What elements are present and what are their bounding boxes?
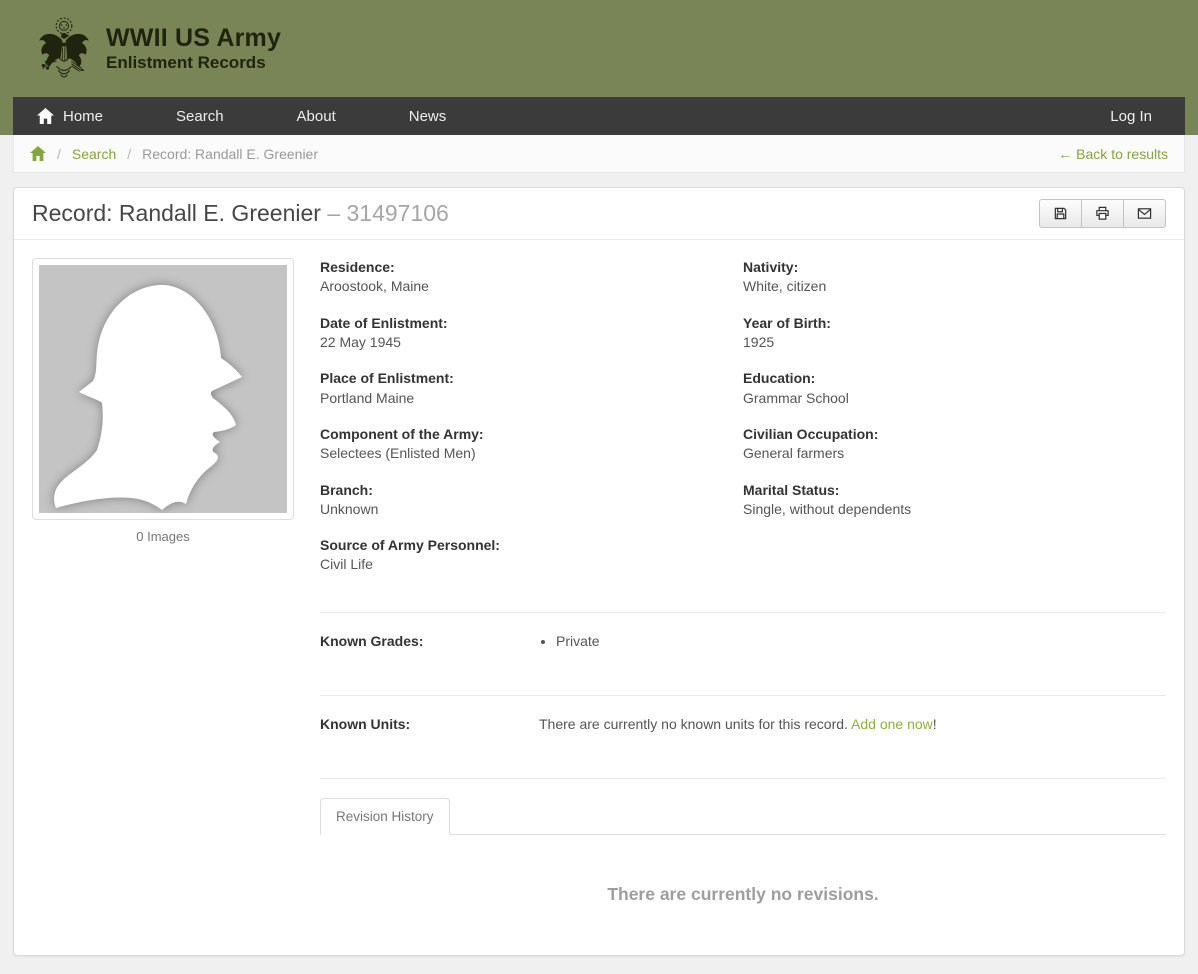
print-icon	[1096, 206, 1109, 220]
nav-item-search[interactable]: Search	[160, 97, 240, 135]
nav-label: News	[408, 107, 447, 125]
known-units-label: Known Units:	[320, 715, 411, 732]
field-place-of-enlistment: Place of Enlistment: Portland Maine	[320, 370, 454, 406]
save-button[interactable]	[1039, 199, 1082, 228]
field-source-of-personnel: Source of Army Personnel: Civil Life	[320, 537, 500, 573]
back-to-results-link[interactable]: ← Back to results	[1058, 146, 1168, 162]
nav-label: Search	[176, 107, 224, 125]
nav-item-about[interactable]: About	[281, 97, 352, 135]
site-header: WWII US Army Enlistment Records	[0, 0, 1198, 97]
field-date-of-enlistment: Date of Enlistment: 22 May 1945	[320, 314, 448, 350]
breadcrumb-current: Record: Randall E. Greenier	[142, 145, 319, 162]
login-link[interactable]: Log In	[1094, 97, 1185, 135]
site-title: WWII US Army	[106, 23, 282, 52]
record-title: Record: Randall E. Greenier	[32, 200, 321, 226]
add-unit-link[interactable]: Add one now	[851, 716, 933, 732]
field-component-of-army: Component of the Army: Selectees (Enlist…	[320, 425, 484, 462]
soldier-silhouette-icon	[54, 284, 242, 510]
fields-column-right: Nativity: White, citizen Year of Birth: …	[743, 258, 1166, 592]
no-revisions-message: There are currently no revisions.	[607, 883, 879, 904]
breadcrumb-separator: /	[57, 145, 61, 162]
divider	[320, 777, 1166, 779]
record-body: 0 Images Residence: Aroostook, Maine Dat…	[14, 240, 1184, 955]
home-icon[interactable]	[30, 146, 46, 161]
breadcrumb: / Search / Record: Randall E. Greenier ←…	[13, 135, 1185, 173]
fields-column-left: Residence: Aroostook, Maine Date of Enli…	[320, 258, 743, 592]
print-button[interactable]	[1081, 199, 1124, 228]
record-images-column: 0 Images	[32, 258, 294, 937]
main-nav: Home Search About News Log In	[13, 97, 1185, 135]
navbar-wrap: Home Search About News Log In	[0, 97, 1198, 135]
record-portrait-placeholder	[39, 265, 287, 513]
revision-tabs: Revision History	[320, 797, 1166, 835]
nav-item-news[interactable]: News	[393, 97, 463, 135]
known-grades-label: Known Grades:	[320, 632, 424, 649]
known-grade-item: Private	[556, 633, 1166, 649]
field-residence: Residence: Aroostook, Maine	[320, 259, 429, 295]
nav-label: Home	[63, 107, 104, 125]
site-brand: WWII US Army Enlistment Records	[106, 24, 281, 73]
field-civilian-occupation: Civilian Occupation: General farmers	[743, 425, 879, 462]
us-great-seal-eagle-logo	[39, 16, 89, 78]
nav-label: About	[296, 107, 336, 125]
page-title: Record: Randall E. Greenier – 31497106	[32, 200, 449, 227]
known-units-empty-message: There are currently no known units for t…	[539, 715, 937, 732]
fields-grid: Residence: Aroostook, Maine Date of Enli…	[320, 258, 1166, 592]
known-units-section: Known Units: There are currently no know…	[320, 696, 1166, 758]
field-branch: Branch: Unknown	[320, 481, 379, 517]
breadcrumb-separator: /	[127, 145, 132, 162]
site-subtitle: Enlistment Records	[106, 52, 266, 72]
field-nativity: Nativity: White, citizen	[743, 259, 827, 295]
record-toolbar	[1039, 199, 1166, 228]
breadcrumb-search-link[interactable]: Search	[72, 146, 116, 162]
save-icon	[1054, 207, 1067, 220]
tab-revision-history[interactable]: Revision History	[320, 797, 450, 835]
known-grades-section: Known Grades: Private	[320, 613, 1166, 675]
record-heading: Record: Randall E. Greenier – 31497106	[14, 188, 1184, 240]
record-portrait-frame[interactable]	[32, 258, 294, 520]
known-grades-list: Private	[539, 633, 1166, 649]
email-button[interactable]	[1123, 199, 1166, 228]
field-education: Education: Grammar School	[743, 370, 849, 406]
home-icon	[37, 108, 54, 124]
record-serial-number: – 31497106	[327, 200, 449, 226]
field-marital-status: Marital Status: Single, without dependen…	[743, 481, 912, 517]
record-details: Residence: Aroostook, Maine Date of Enli…	[320, 258, 1166, 937]
field-year-of-birth: Year of Birth: 1925	[743, 314, 831, 350]
record-card: Record: Randall E. Greenier – 31497106 0…	[13, 187, 1185, 956]
email-icon	[1137, 208, 1152, 219]
login-label: Log In	[1110, 107, 1152, 125]
images-count-caption: 0 Images	[136, 529, 190, 544]
nav-item-home[interactable]: Home	[13, 97, 119, 135]
